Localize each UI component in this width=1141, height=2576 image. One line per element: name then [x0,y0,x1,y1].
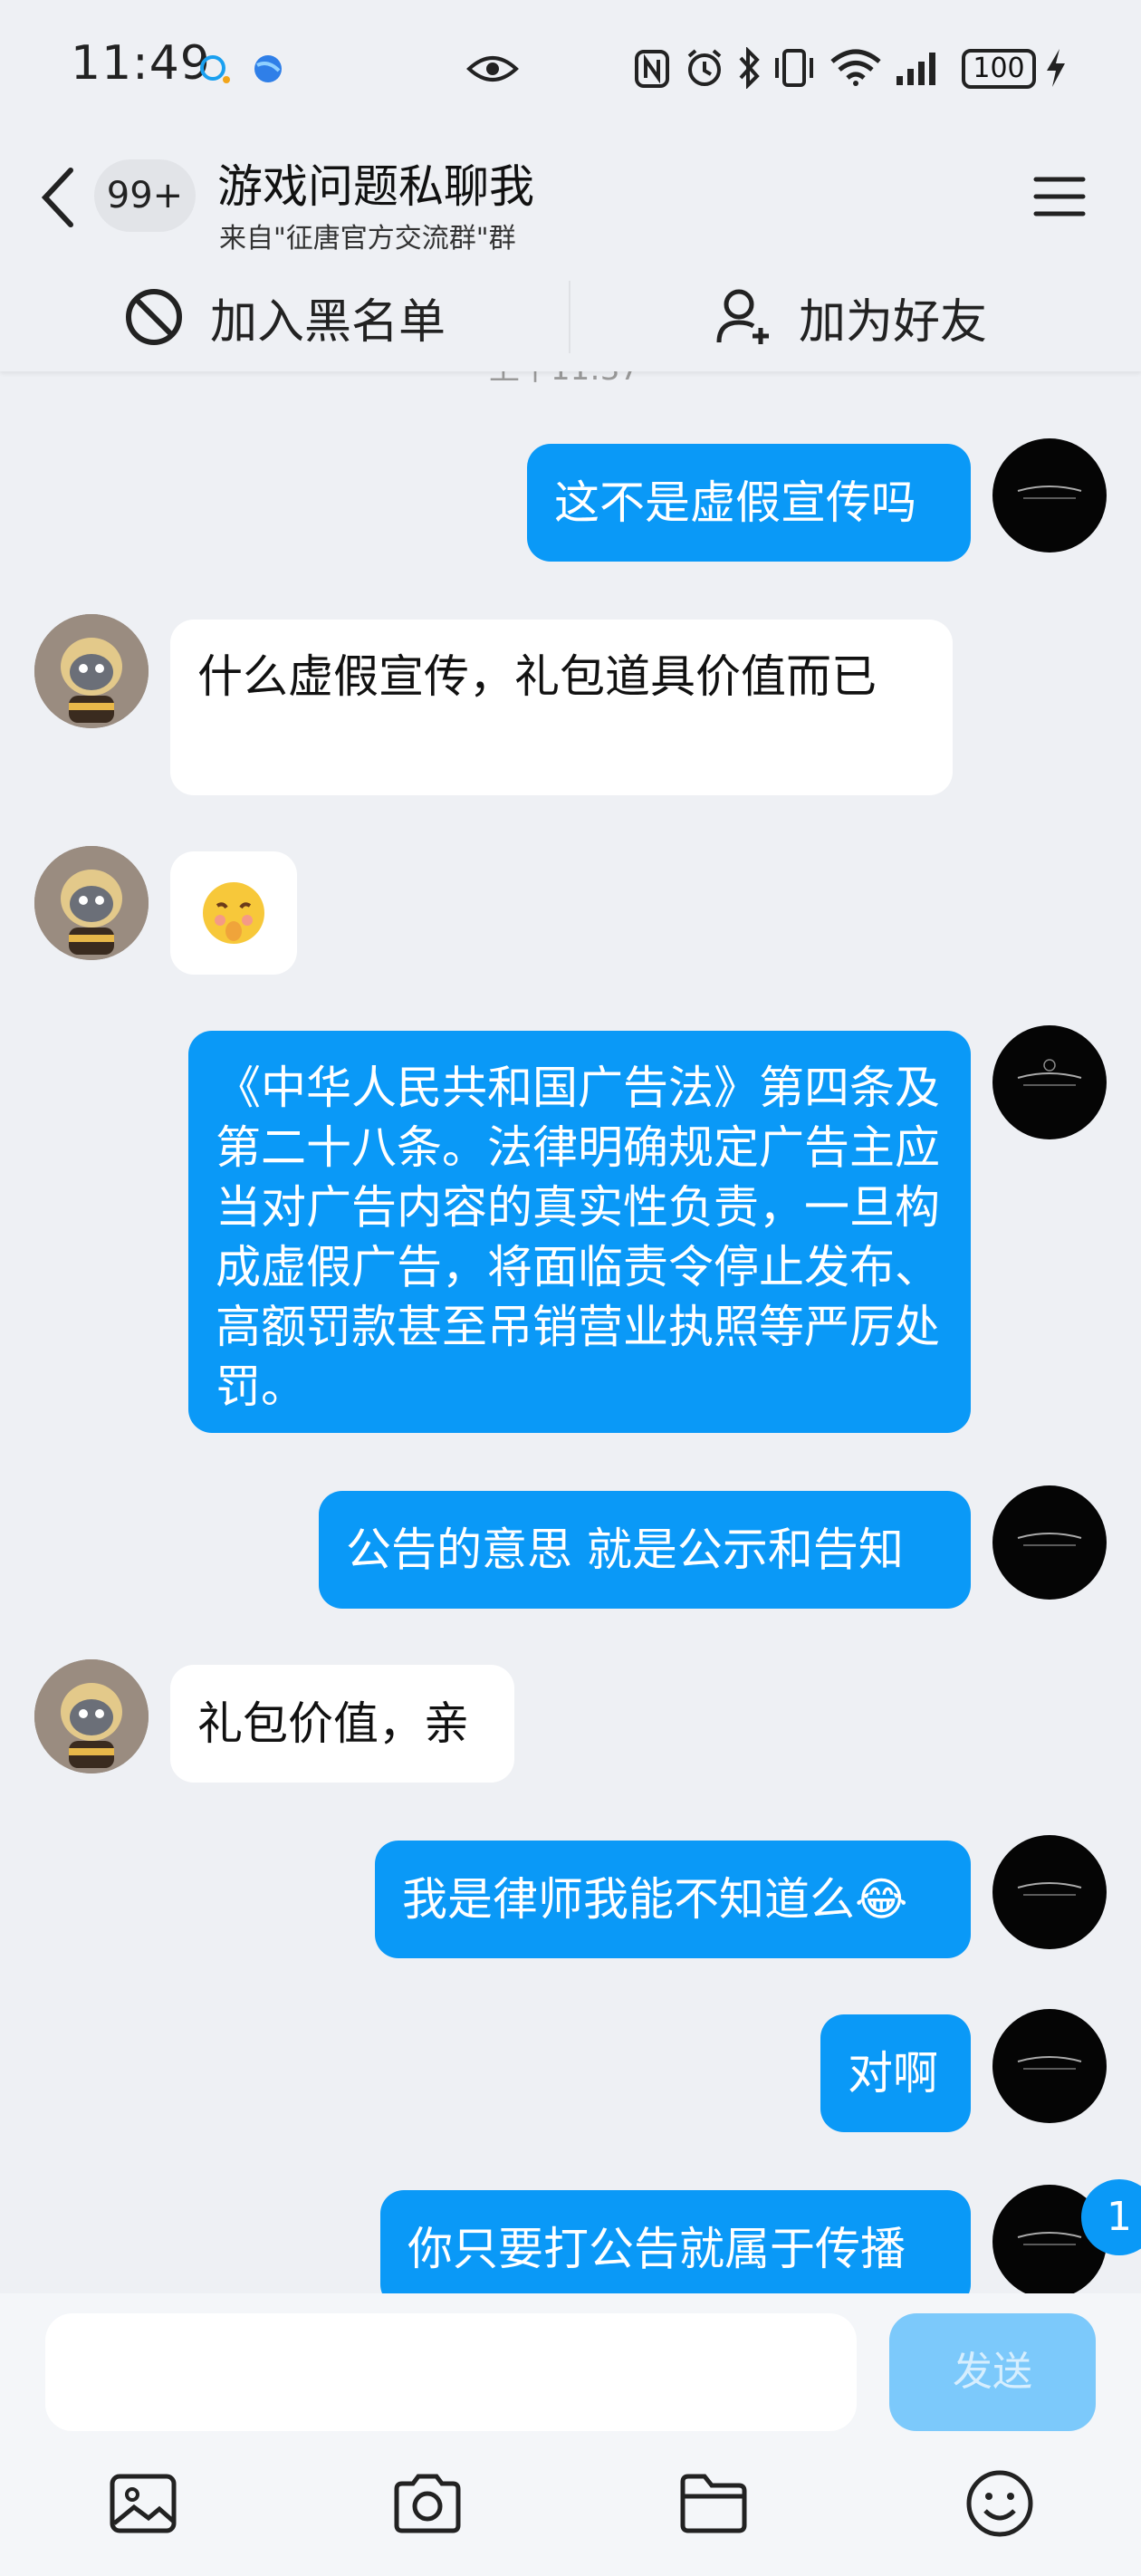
status-time: 11:49 [71,36,211,91]
message-bubble-out[interactable]: 这不是虚假宣传吗 [527,444,971,562]
self-avatar[interactable] [992,1025,1107,1139]
image-icon[interactable] [105,2465,181,2542]
shushing-face-icon [203,882,264,944]
add-friend-button[interactable]: 加为好友 [715,263,987,371]
block-button[interactable]: 加入黑名单 [123,263,446,371]
message-text: 什么虚假宣传，礼包道具价值而已 [197,650,877,703]
message-bubble-in[interactable]: 礼包价值，亲 [170,1665,514,1783]
message-bubble-in[interactable] [170,851,297,975]
alarm-icon [687,49,722,86]
unread-count-badge[interactable]: 99+ [94,159,196,232]
status-bar: 11:49 100 [0,0,1141,136]
signal-icon [896,53,935,85]
send-button[interactable]: 发送 [889,2313,1096,2431]
message-bubble-out[interactable]: 公告的意思 就是公示和告知 [319,1491,971,1609]
camera-icon[interactable] [389,2465,465,2542]
message-bubble-in[interactable]: 什么虚假宣传，礼包道具价值而已 [170,620,953,795]
emoji-icon[interactable] [962,2465,1038,2542]
browser-notification-icon [254,55,282,82]
action-bar: 加入黑名单 加为好友 [0,263,1141,371]
block-label: 加入黑名单 [210,294,446,350]
self-avatar[interactable] [992,1835,1107,1949]
back-icon[interactable] [36,163,82,232]
wifi-icon [830,49,881,86]
message-text: 你只要打公告就属于传播 [408,2223,906,2275]
bluetooth-icon [739,47,760,89]
menu-icon[interactable] [1032,174,1087,219]
message-bubble-out[interactable]: 你只要打公告就属于传播 [380,2190,971,2308]
contact-avatar[interactable] [34,614,149,728]
self-avatar[interactable] [992,1485,1107,1600]
battery-level: 100 [973,53,1025,84]
message-text: 礼包价值，亲 [197,1697,469,1750]
block-icon [126,289,182,345]
chat-notification-icon [200,55,230,83]
message-bubble-out[interactable]: 《中华人民共和国广告法》第四条及第二十八条。法律明确规定广告主应当对广告内容的真… [188,1031,971,1433]
contact-avatar[interactable] [34,1659,149,1773]
battery-icon: 100 [962,49,1036,89]
chat-title: 游戏问题私聊我 [217,160,534,213]
message-bubble-out[interactable]: 我是律师我能不知道么😂 [375,1841,971,1958]
add-friend-label: 加为好友 [799,294,988,350]
chat-subtitle: 来自"征唐官方交流群"群 [219,223,516,255]
self-avatar[interactable] [992,438,1107,553]
contact-avatar[interactable] [34,846,149,960]
message-bubble-out[interactable]: 对啊 [820,2014,971,2132]
chat-header: 99+ 游戏问题私聊我 来自"征唐官方交流群"群 [0,136,1141,263]
add-friend-icon [716,289,769,344]
action-divider [569,281,570,353]
chat-screen: 11:49 100 99+ 游戏问题私聊我 来自"征唐官方交流群"群 加入黑名单… [0,0,1141,2576]
input-bar: 发送 [0,2293,1141,2576]
vibrate-icon [775,49,813,87]
folder-icon[interactable] [676,2465,752,2542]
message-text: 这不是虚假宣传吗 [554,476,916,529]
message-text: 对啊 [848,2047,938,2100]
message-text: 《中华人民共和国广告法》第四条及第二十八条。法律明确规定广告主应当对广告内容的真… [216,1062,940,1413]
self-avatar[interactable] [992,2009,1107,2123]
nfc-icon [635,50,669,88]
message-text: 公告的意思 就是公示和告知 [346,1523,904,1576]
message-text: 我是律师我能不知道么😂 [402,1873,908,1926]
message-input[interactable] [45,2313,857,2431]
charging-icon [1047,49,1065,87]
eye-comfort-icon [466,56,519,82]
